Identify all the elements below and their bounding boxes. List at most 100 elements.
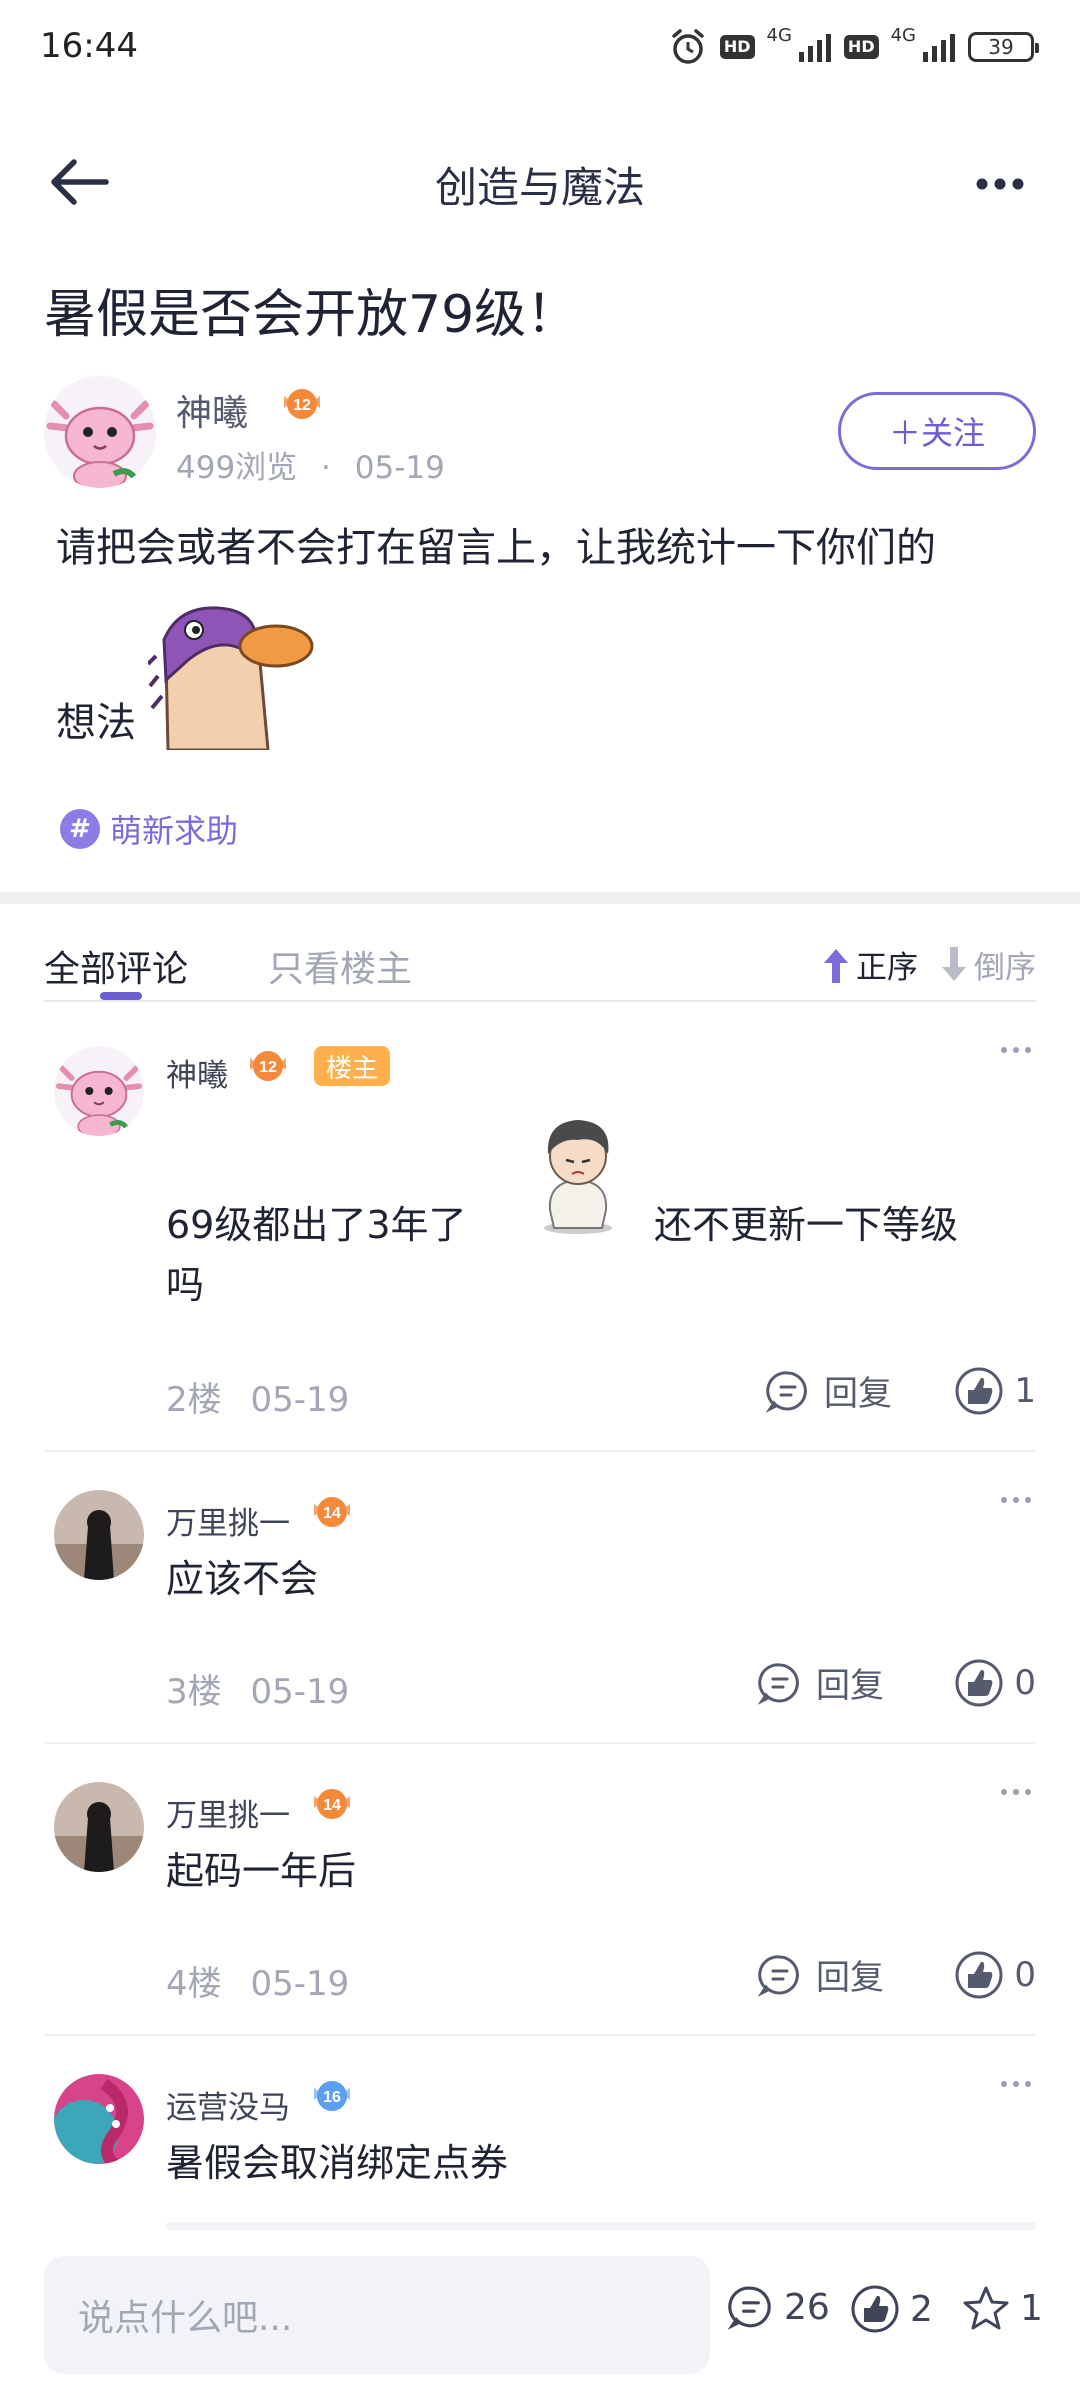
commenter-avatar[interactable] [54, 1046, 144, 1136]
commenter-avatar[interactable] [54, 1490, 144, 1580]
signal-icon-2 [923, 34, 955, 62]
network-type-2: 4G [890, 24, 916, 46]
comment-input[interactable]: 说点什么吧... [44, 2256, 710, 2374]
commenter-name[interactable]: 万里挑一 [166, 1790, 290, 1835]
sort-asc-label: 正序 [856, 950, 918, 986]
alarm-icon [672, 29, 704, 64]
sort-controls: 正序 倒序 [820, 942, 1036, 987]
network-type-1: 4G [766, 24, 792, 46]
reply-label: 回复 [816, 1666, 884, 1706]
comment-more-icon[interactable] [996, 1782, 1036, 1802]
level-badge-text: 14 [323, 1505, 341, 1522]
hd-badge-2: HD [843, 35, 879, 59]
comments-count: 26 [784, 2286, 830, 2328]
like-button[interactable]: 1 [954, 1366, 1036, 1416]
view-count: 499浏览 [176, 450, 298, 486]
reply-button[interactable]: 回复 [758, 1950, 884, 1999]
topic-tag[interactable]: # 萌新求助 [60, 806, 238, 852]
post-meta: 499浏览 · 05-19 [176, 442, 445, 487]
tab-owner-only[interactable]: 只看楼主 [268, 940, 412, 992]
comment-item: 万里挑一 14 起码一年后 4楼 05-19 回复 0 [44, 1744, 1036, 2036]
favorite-button[interactable]: 1 [962, 2284, 1043, 2332]
like-count: 0 [1014, 1955, 1036, 1995]
status-bar: 16:44 HD 4G HD 4G 39 [0, 0, 1080, 96]
sort-desc-button[interactable]: 倒序 [938, 942, 1036, 987]
comment-bubble-icon [758, 1662, 799, 1705]
post-body-text-2: 想法 [56, 700, 136, 746]
reply-label: 回复 [816, 1958, 884, 1998]
post-title: 暑假是否会开放79级！ [44, 285, 579, 345]
thumbs-up-icon [851, 2285, 899, 2333]
star-icon [963, 2286, 1009, 2330]
commenter-avatar[interactable] [54, 2074, 144, 2164]
commenter-name[interactable]: 运营没马 [166, 2082, 290, 2127]
like-count: 0 [1014, 1663, 1036, 1703]
thumbs-up-icon [955, 1951, 1003, 1999]
comments-count-button[interactable]: 26 [728, 2284, 830, 2330]
status-icons: HD 4G HD 4G 39 [668, 22, 1039, 72]
hashtag-icon: # [60, 809, 100, 849]
commenter-avatar[interactable] [54, 1782, 144, 1872]
level-badge-text: 12 [259, 1059, 277, 1076]
tab-all-comments[interactable]: 全部评论 [44, 940, 188, 992]
axolotl-avatar-image [44, 376, 156, 488]
comment-text: 应该不会 [166, 1557, 319, 1601]
comment-date: 05-19 [250, 1380, 350, 1420]
like-button[interactable]: 0 [954, 1950, 1036, 2000]
likes-count: 2 [910, 2288, 933, 2330]
active-tab-indicator [100, 992, 142, 1000]
status-time: 16:44 [40, 26, 138, 66]
arrow-down-icon [942, 946, 966, 981]
platypus-sticker-image [148, 606, 314, 750]
post-body-text: 请把会或者不会打在留言上，让我统计一下你们的 [56, 525, 936, 571]
comment-tabs: 全部评论 只看楼主 正序 倒序 [44, 930, 1036, 1002]
battery-level: 39 [988, 35, 1014, 59]
comment-text: 起码一年后 [166, 1849, 357, 1893]
comment-text: 69级都出了3年了 [166, 1203, 467, 1247]
arrow-up-icon [824, 948, 848, 983]
author-name[interactable]: 神曦 [176, 384, 248, 436]
comment-floor-date: 3楼 05-19 [166, 1664, 349, 1713]
reply-button[interactable]: 回复 [766, 1366, 892, 1415]
reply-preview-edge [166, 2222, 1036, 2230]
comment-bubble-icon [728, 2286, 771, 2330]
more-options-icon[interactable] [960, 154, 1040, 214]
hd-badge-1: HD [719, 35, 755, 59]
post-date: 05-19 [354, 450, 445, 486]
sort-asc-button[interactable]: 正序 [820, 942, 918, 987]
level-badge-icon: 12 [284, 389, 320, 419]
floor-number: 4楼 [166, 1964, 222, 2004]
level-badge-text: 12 [293, 397, 311, 414]
level-badge-icon: 16 [314, 2081, 350, 2111]
commenter-name[interactable]: 神曦 [166, 1050, 228, 1095]
comment-item: 运营没马 16 暑假会取消绑定点券 [44, 2036, 1036, 2230]
commenter-name[interactable]: 万里挑一 [166, 1498, 290, 1543]
thumbs-up-icon [955, 1659, 1003, 1707]
reply-button[interactable]: 回复 [758, 1658, 884, 1707]
like-button[interactable]: 0 [954, 1658, 1036, 1708]
meta-separator: · [321, 450, 331, 486]
comment-more-icon[interactable] [996, 1490, 1036, 1510]
section-divider [0, 892, 1080, 904]
comment-floor-date: 4楼 05-19 [166, 1956, 349, 2005]
page-title: 创造与魔法 [434, 163, 645, 212]
comment-text-wrap: 吗 [166, 1263, 205, 1307]
sad-boy-sticker-image [544, 1120, 612, 1234]
topic-label: 萌新求助 [110, 812, 239, 850]
level-badge-text: 14 [323, 1797, 341, 1814]
follow-button[interactable]: ＋关注 [838, 392, 1036, 470]
author-avatar[interactable] [44, 376, 156, 488]
comment-more-icon[interactable] [996, 2074, 1036, 2094]
comment-date: 05-19 [250, 1672, 350, 1712]
level-badge-icon: 12 [250, 1051, 286, 1081]
comment-floor-date: 2楼 05-19 [166, 1372, 349, 1421]
level-badge-icon: 14 [314, 1497, 350, 1527]
sort-desc-label: 倒序 [974, 950, 1036, 986]
comment-more-icon[interactable] [996, 1040, 1036, 1060]
post-like-button[interactable]: 2 [850, 2284, 933, 2334]
tentacle-avatar-image [54, 2074, 144, 2164]
signal-icon-1 [798, 34, 831, 62]
level-badge-icon: 14 [314, 1789, 350, 1819]
post-body-line2: 想法 [56, 600, 456, 760]
axolotl-avatar-image [54, 1046, 144, 1136]
